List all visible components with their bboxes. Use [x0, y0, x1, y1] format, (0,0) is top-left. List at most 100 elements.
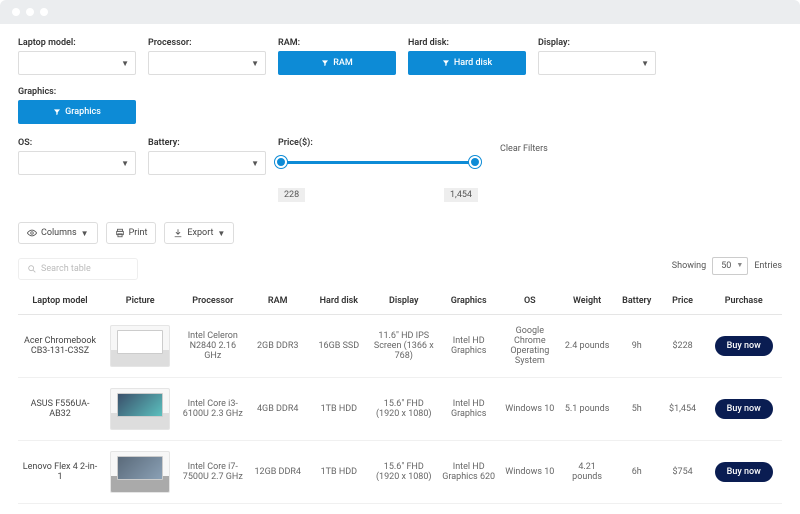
clear-filters-link[interactable]: Clear Filters — [500, 144, 548, 202]
filter-price: Price($): 228 1,454 — [278, 138, 478, 202]
chevron-down-icon: ▼ — [81, 229, 89, 238]
print-label: Print — [129, 228, 148, 238]
chevron-down-icon: ▼ — [251, 159, 259, 168]
cell-hdd: 16GB SSD — [308, 315, 369, 378]
filter-icon — [442, 59, 450, 67]
table-row: ASUS F556UA-AB32 Intel Core i3-6100U 2.3 … — [18, 378, 782, 441]
price-min-label: 228 — [278, 188, 305, 202]
cell-processor: Intel Core i7-7500U 2.7 GHz — [178, 441, 247, 504]
column-header[interactable]: Picture — [102, 288, 178, 315]
cell-picture — [102, 378, 178, 441]
cell-model: ASUS F556UA-AB32 — [18, 378, 102, 441]
filter-button[interactable]: Hard disk — [408, 51, 526, 75]
filter-label-price: Price($): — [278, 138, 478, 148]
slider-knob-min[interactable] — [275, 156, 287, 168]
column-header[interactable]: Hard disk — [308, 288, 369, 315]
column-header[interactable]: Purchase — [705, 288, 782, 315]
filter-r1-5: Graphics:Graphics — [18, 87, 136, 124]
eye-icon — [27, 228, 37, 238]
cell-ram: 2GB DDR3 — [247, 315, 308, 378]
cell-display: 15.6" FHD (1920 x 1080) — [369, 441, 438, 504]
chevron-down-icon: ▼ — [121, 159, 129, 168]
table-body: Acer Chromebook CB3-131-C3SZIntel Celero… — [18, 315, 782, 504]
cell-price: $1,454 — [660, 378, 706, 441]
column-header[interactable]: Processor — [178, 288, 247, 315]
column-header[interactable]: RAM — [247, 288, 308, 315]
column-header[interactable]: Weight — [560, 288, 613, 315]
chevron-down-icon: ▼ — [641, 59, 649, 68]
filter-select[interactable]: ▼ — [148, 51, 266, 75]
chevron-down-icon: ▼ — [251, 59, 259, 68]
print-button[interactable]: Print — [106, 222, 157, 244]
cell-purchase: Buy now — [705, 378, 782, 441]
column-header[interactable]: Battery — [614, 288, 660, 315]
entries-label: Entries — [754, 261, 782, 271]
window-dot — [40, 8, 48, 16]
filter-select[interactable]: ▼ — [538, 51, 656, 75]
cell-battery: 5h — [614, 378, 660, 441]
column-header[interactable]: Laptop model — [18, 288, 102, 315]
cell-processor: Intel Celeron N2840 2.16 GHz — [178, 315, 247, 378]
filter-button-label: Hard disk — [454, 58, 492, 68]
filter-button[interactable]: RAM — [278, 51, 396, 75]
column-header[interactable]: OS — [499, 288, 560, 315]
columns-label: Columns — [41, 228, 77, 238]
price-max-label: 1,454 — [444, 188, 478, 202]
buy-now-button[interactable]: Buy now — [715, 399, 773, 419]
table-toolbar: Columns ▼ Print Export ▼ — [18, 222, 782, 244]
column-header[interactable]: Graphics — [438, 288, 499, 315]
cell-weight: 4.21 pounds — [560, 441, 613, 504]
export-icon — [173, 228, 183, 238]
filter-r2-0: OS: ▼ — [18, 138, 136, 202]
filter-r1-1: Processor: ▼ — [148, 38, 266, 75]
filter-select[interactable]: ▼ — [18, 151, 136, 175]
cell-os: Google Chrome Operating System — [499, 315, 560, 378]
filter-icon — [321, 59, 329, 67]
filter-r1-4: Display: ▼ — [538, 38, 656, 75]
cell-os: Windows 10 — [499, 378, 560, 441]
cell-purchase: Buy now — [705, 315, 782, 378]
export-button[interactable]: Export ▼ — [164, 222, 234, 244]
column-header[interactable]: Price — [660, 288, 706, 315]
filter-button[interactable]: Graphics — [18, 100, 136, 124]
filter-label: Processor: — [148, 38, 266, 48]
cell-picture — [102, 315, 178, 378]
filter-select[interactable]: ▼ — [18, 51, 136, 75]
columns-button[interactable]: Columns ▼ — [18, 222, 98, 244]
laptop-table: Laptop modelPictureProcessorRAMHard disk… — [18, 288, 782, 504]
filter-label: Display: — [538, 38, 656, 48]
filter-label: OS: — [18, 138, 136, 148]
cell-display: 11.6" HD IPS Screen (1366 x 768) — [369, 315, 438, 378]
window-dot — [26, 8, 34, 16]
slider-knob-max[interactable] — [469, 156, 481, 168]
showing-label: Showing — [672, 261, 706, 271]
cell-graphics: Intel HD Graphics — [438, 378, 499, 441]
buy-now-button[interactable]: Buy now — [715, 336, 773, 356]
buy-now-button[interactable]: Buy now — [715, 462, 773, 482]
table-header-row: Laptop modelPictureProcessorRAMHard disk… — [18, 288, 782, 315]
filter-r1-0: Laptop model: ▼ — [18, 38, 136, 75]
column-header[interactable]: Display — [369, 288, 438, 315]
filter-row-1: Laptop model: ▼ Processor: ▼ RAM:RAM Hard dis… — [18, 38, 782, 124]
cell-display: 15.6" FHD (1920 x 1080) — [369, 378, 438, 441]
filter-select[interactable]: ▼ — [148, 151, 266, 175]
filter-r1-2: RAM:RAM — [278, 38, 396, 75]
cell-weight: 5.1 pounds — [560, 378, 613, 441]
price-slider[interactable] — [278, 151, 478, 175]
cell-picture — [102, 441, 178, 504]
search-input[interactable]: Search table — [18, 258, 138, 280]
filter-button-label: Graphics — [65, 107, 101, 117]
cell-ram: 12GB DDR4 — [247, 441, 308, 504]
cell-graphics: Intel HD Graphics — [438, 315, 499, 378]
cell-battery: 9h — [614, 315, 660, 378]
export-label: Export — [187, 228, 213, 238]
cell-processor: Intel Core i3-6100U 2.3 GHz — [178, 378, 247, 441]
cell-model: Lenovo Flex 4 2-in-1 — [18, 441, 102, 504]
filter-row-2: OS:▼Battery:▼ Price($): 228 1,454 Clear … — [18, 138, 782, 202]
search-placeholder: Search table — [41, 264, 91, 274]
filter-label: Laptop model: — [18, 38, 136, 48]
page-size-select[interactable]: 50 — [712, 257, 748, 275]
chevron-down-icon: ▼ — [121, 59, 129, 68]
table-row: Acer Chromebook CB3-131-C3SZIntel Celero… — [18, 315, 782, 378]
cell-price: $754 — [660, 441, 706, 504]
